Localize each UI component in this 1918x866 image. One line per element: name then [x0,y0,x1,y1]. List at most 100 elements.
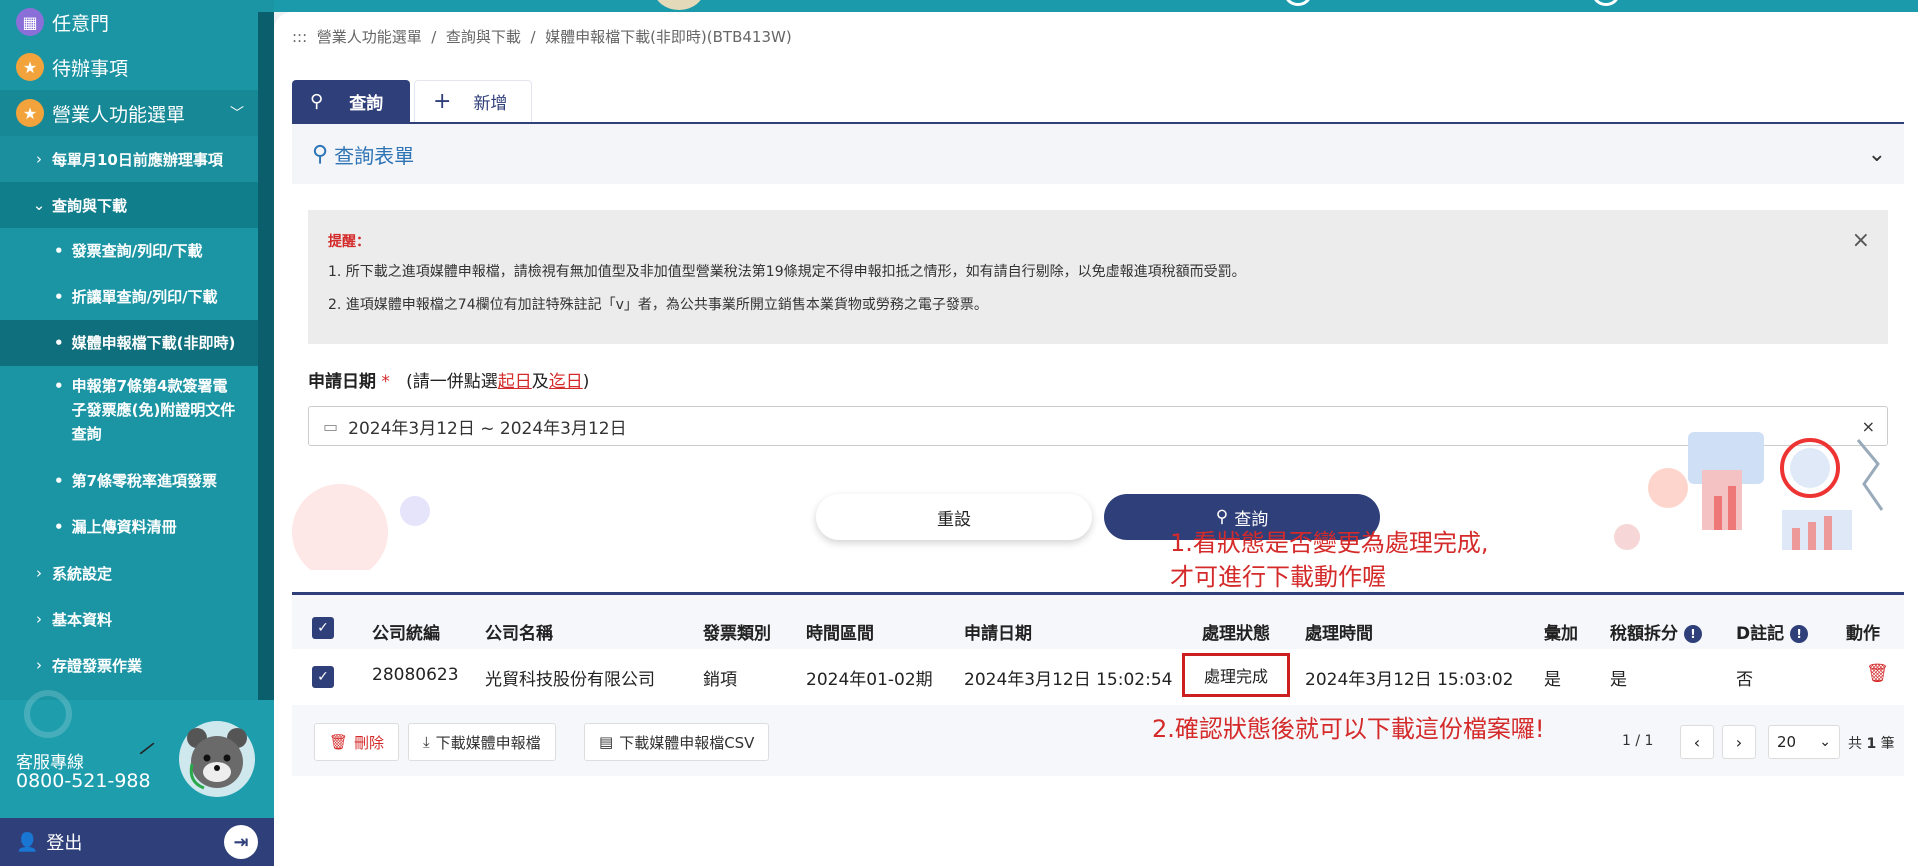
sidebar-leaf-label: 漏上傳資料清冊 [71,518,177,536]
trash-icon[interactable]: 🗑 [1866,663,1889,684]
column-header: 申請日期 [964,624,1032,644]
info-icon[interactable]: ! [1684,625,1702,643]
user-icon: 👤 [16,831,39,853]
sidebar-leaf-invoice[interactable]: • 發票查詢/列印/下載 [0,228,258,274]
notice-line: 1. 所下載之進項媒體申報檔，請檢視有無加值型及非加值型營業稅法第19條規定不得… [328,264,1246,280]
trash-icon: 🗑 [329,733,349,751]
logout-label: 登出 [46,833,83,854]
sidebar-item-label: 營業人功能選單 [52,103,186,126]
sidebar-scrollbar[interactable] [258,12,274,700]
decor-circle [1592,0,1620,6]
chevron-right-icon: › [36,150,42,168]
chevron-right-icon: › [36,656,42,674]
plus-icon: + [433,89,452,114]
logout-bar[interactable]: 👤 登出 ⇥ [0,818,274,866]
sidebar-sub-monthly[interactable]: › 每單月10日前應辦理事項 [0,136,258,182]
sidebar-leaf-label: 申報第7條第4款簽署電子發票應(免)附證明文件查詢 [71,377,236,443]
column-header: 公司統編 [372,624,440,644]
breadcrumb-item[interactable]: 查詢與下載 [446,28,521,46]
logout-icon[interactable]: ⇥ [224,825,258,859]
total-prefix: 共 [1848,736,1862,752]
page-size-select[interactable]: 20 ⌄ [1768,725,1840,759]
total-suffix: 筆 [1880,736,1895,752]
sidebar-leaf-label: 折讓單查詢/列印/下載 [71,288,218,306]
chevron-right-icon: › [36,610,42,628]
date-hint-close: ) [582,372,590,392]
chevron-down-icon: ﹀ [230,106,244,122]
column-header: 處理時間 [1305,624,1373,644]
sidebar-leaf-allowance[interactable]: • 折讓單查詢/列印/下載 [0,274,258,320]
cell-d-note: 否 [1736,670,1753,690]
tab-add[interactable]: + 新增 [414,80,532,122]
sidebar-item-portal[interactable]: ▦ 任意門 [0,0,258,44]
sidebar-leaf-label: 第7條零稅率進項發票 [71,472,218,490]
breadcrumb-sep: / [530,28,536,46]
chevron-right-icon: › [36,564,42,582]
cell-process-time: 2024年3月12日 15:03:02 [1305,670,1514,690]
download-csv-button-label: 下載媒體申報檔CSV [619,733,755,752]
date-hint-end: 迄日 [548,372,583,392]
tab-label: 新增 [473,94,508,114]
sidebar-sub-settings[interactable]: › 系統設定 [0,550,258,596]
cell-type: 銷項 [703,670,737,690]
sidebar-sub-label: 存證發票作業 [52,656,143,675]
breadcrumb-prefix: ::: [292,28,308,46]
column-header-label: D註記 [1736,624,1785,644]
cell-company: 光貿科技股份有限公司 [485,670,655,690]
sidebar-item-business-menu[interactable]: ★ 營業人功能選單 ﹀ [0,90,258,136]
sidebar-sub-label: 系統設定 [52,564,113,583]
customer-service-box: 客服專線 0800-521-988 / [0,690,274,818]
date-range-input[interactable]: ▭ 2024年3月12日 ~ 2024年3月12日 × [308,406,1888,446]
sidebar-sub-archive[interactable]: › 存證發票作業 [0,642,258,688]
bear-mascot-icon [179,721,255,797]
sidebar-leaf-article7[interactable]: • 申報第7條第4款簽署電子發票應(免)附證明文件查詢 [0,374,258,458]
column-header: 彙加 [1544,624,1578,644]
sidebar-sub-label: 查詢與下載 [52,196,128,215]
page-size-value: 20 [1777,733,1797,751]
search-icon: ⚲ [1215,507,1229,527]
download-button[interactable]: ⤓ 下載媒體申報檔 [408,723,556,761]
breadcrumb-item[interactable]: 營業人功能選單 [317,28,422,46]
sidebar-item-todo[interactable]: ★ 待辦事項 [0,44,258,90]
sidebar-sub-query-download[interactable]: ⌄ 查詢與下載 [0,182,258,228]
query-form-panel: ⚲ 查詢表單 ⌄ 提醒： 1. 所下載之進項媒體申報檔，請檢視有無加值型及非加值… [292,122,1904,570]
sidebar-item-label: 任意門 [52,12,110,35]
sidebar-leaf-missing-upload[interactable]: • 漏上傳資料清冊 [0,504,258,550]
result-table: ✓ 公司統編 公司名稱 發票類別 時間區間 申請日期 處理狀態 處理時間 彙加 … [292,592,1904,776]
column-header-tax-split: 稅額拆分! [1610,619,1702,644]
query-form-header[interactable]: ⚲ 查詢表單 ⌄ [292,124,1904,184]
decor-circle [400,496,430,526]
prev-page-button[interactable]: ‹ [1680,725,1714,759]
customer-service-phone: 0800-521-988 [16,770,151,792]
sidebar-sub-basic-data[interactable]: › 基本資料 [0,596,258,642]
required-mark: * [381,372,390,392]
column-header: 公司名稱 [485,624,553,644]
decor-stroke: / [137,736,158,760]
breadcrumb: ::: 營業人功能選單 / 查詢與下載 / 媒體申報檔下載(非即時)(BTB41… [292,26,792,47]
sidebar-leaf-label: 媒體申報檔下載(非即時) [71,334,236,352]
total-count: 共 1 筆 [1848,733,1895,753]
row-checkbox[interactable]: ✓ [312,666,334,688]
sidebar-leaf-zero-rate[interactable]: • 第7條零稅率進項發票 [0,458,258,504]
sidebar-item-label: 待辦事項 [52,57,129,80]
csv-file-icon: ▤ [599,733,614,751]
reset-button[interactable]: 重設 [816,494,1092,540]
close-icon[interactable]: × [1852,224,1870,257]
annotation-line: 1.看狀態是否變更為處理完成, [1170,529,1489,557]
decor-circle [24,690,72,738]
chevron-down-icon[interactable]: ⌄ [1868,142,1886,167]
download-csv-button[interactable]: ▤ 下載媒體申報檔CSV [584,723,770,761]
select-all-checkbox[interactable]: ✓ [312,617,334,639]
sidebar-leaf-media-file[interactable]: • 媒體申報檔下載(非即時) [0,320,258,366]
info-icon[interactable]: ! [1790,625,1809,643]
date-hint-start: 起日 [497,372,532,392]
breadcrumb-item-current: 媒體申報檔下載(非即時)(BTB413W) [545,28,792,46]
tab-bar: ⚲ 查詢 + 新增 [292,80,532,122]
query-form-title: 查詢表單 [334,143,415,168]
sidebar-sub-label: 每單月10日前應辦理事項 [52,150,223,169]
next-page-button[interactable]: › [1722,725,1756,759]
delete-button[interactable]: 🗑 刪除 [314,723,400,761]
tab-query[interactable]: ⚲ 查詢 [292,80,410,122]
breadcrumb-sep: / [431,28,437,46]
notice-box: 提醒： 1. 所下載之進項媒體申報檔，請檢視有無加值型及非加值型營業稅法第19條… [308,210,1888,344]
